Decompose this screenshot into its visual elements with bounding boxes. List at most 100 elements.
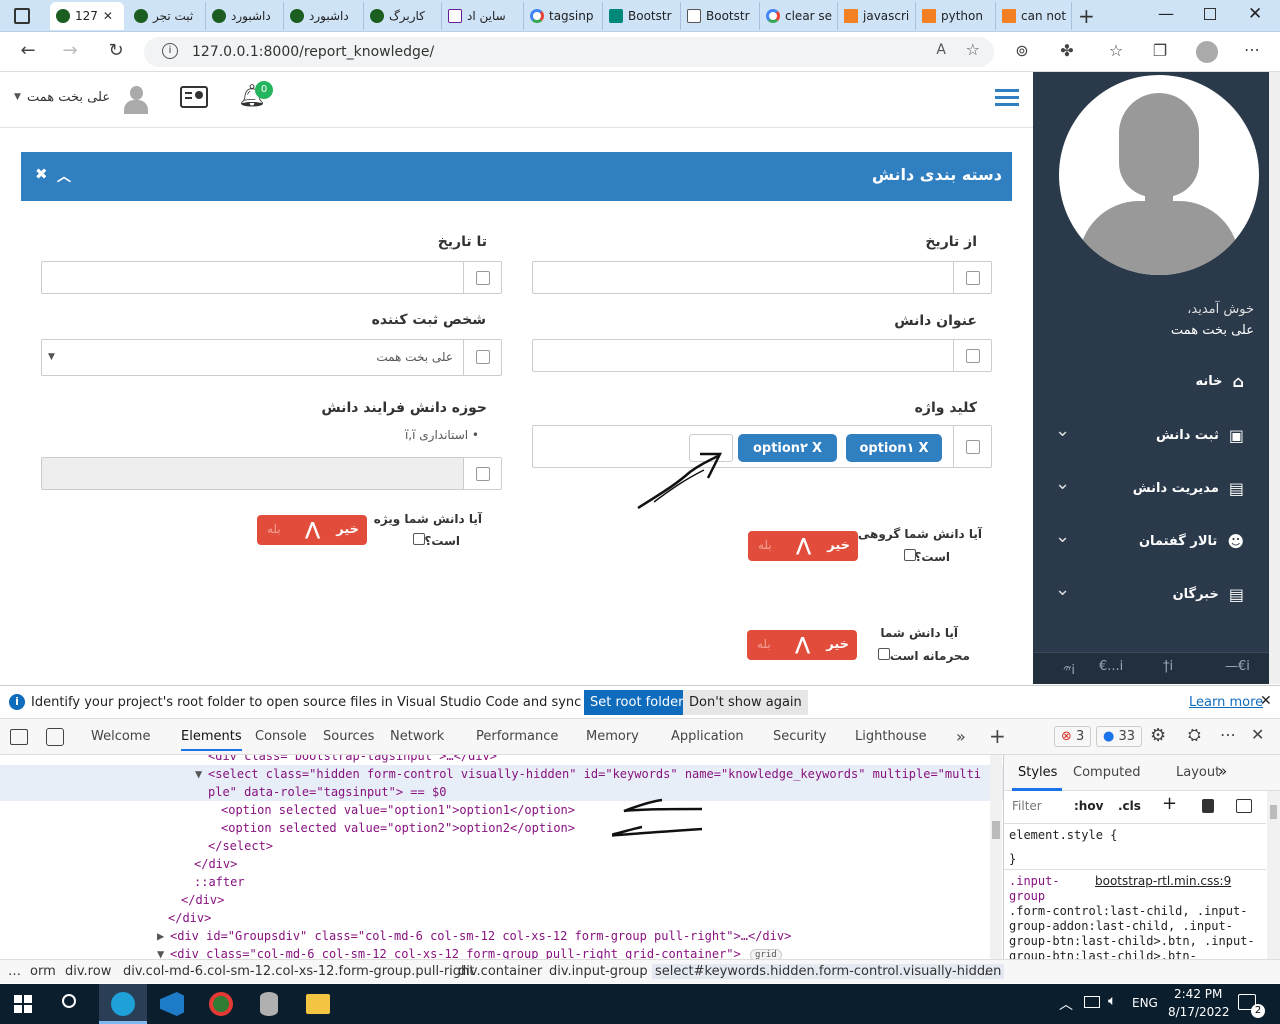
volume-icon[interactable]: 🔈︎: [1108, 993, 1116, 1009]
devtools-close-icon[interactable]: ✕: [1251, 725, 1264, 744]
registrar-select[interactable]: ▼ علی بخت همت: [41, 339, 502, 376]
sidebar-item[interactable]: ▤ مدیریت دانش: [1133, 477, 1244, 499]
expand-caret-icon[interactable]: ▼: [195, 765, 202, 783]
chevron-down-icon[interactable]: ⌄: [1055, 579, 1070, 600]
sidebar-footer-icon-2[interactable]: €...i: [1099, 659, 1123, 674]
more-tabs-icon[interactable]: »: [956, 727, 966, 746]
info-icon[interactable]: i: [162, 43, 178, 59]
collections-sync-icon[interactable]: ⊚: [1010, 41, 1034, 60]
styles-filter-input[interactable]: Filter: [1012, 799, 1042, 813]
clock-date[interactable]: 8/17/2022: [1168, 1005, 1230, 1019]
browser-tab[interactable]: داشبورد: [206, 2, 284, 30]
breadcrumb-item[interactable]: …: [8, 964, 21, 979]
to-date-checkbox[interactable]: [476, 271, 490, 285]
browser-tab[interactable]: clear se: [760, 2, 838, 30]
url-field[interactable]: i 127.0.0.1:8000/report_knowledge/ A ☆: [144, 37, 994, 67]
styles-scrollbar[interactable]: [1267, 791, 1280, 959]
search-icon[interactable]: [62, 994, 76, 1008]
keywords-tagsinput[interactable]: option۱ X option۲ X: [532, 425, 992, 468]
settings-gear-icon[interactable]: ⚙: [1150, 725, 1166, 746]
chrome-like-icon[interactable]: [209, 992, 233, 1016]
knowledge-domain-checkbox[interactable]: [476, 467, 490, 481]
dom-scrollbar[interactable]: [990, 755, 1002, 959]
breadcrumb-item[interactable]: div.container: [458, 964, 542, 979]
group-checkbox[interactable]: [904, 549, 916, 561]
knowledge-title-checkbox[interactable]: [966, 349, 980, 363]
favorites-icon[interactable]: ☆: [1104, 41, 1128, 60]
read-aloud-icon[interactable]: A: [936, 42, 946, 58]
keywords-checkbox[interactable]: [966, 440, 980, 454]
devtools-tab[interactable]: Memory: [586, 729, 639, 744]
infobar-close-icon[interactable]: ✕: [1260, 693, 1272, 709]
browser-tab[interactable]: python: [916, 2, 996, 30]
devtools-tab[interactable]: Console: [255, 729, 307, 744]
tab-close-icon[interactable]: ✕: [103, 9, 113, 23]
browser-tab[interactable]: Bootstr: [603, 2, 681, 30]
sidebar-footer-icon-3[interactable]: †̣i: [1163, 659, 1173, 674]
favorite-add-icon[interactable]: ☆: [966, 40, 980, 59]
back-icon[interactable]: ←: [16, 40, 40, 61]
learn-more-link[interactable]: Learn more: [1189, 695, 1263, 710]
language-indicator[interactable]: ENG: [1132, 996, 1158, 1010]
minimize-button[interactable]: —: [1158, 4, 1174, 23]
errors-badge[interactable]: ⊗ 3: [1054, 726, 1092, 747]
devtools-more-icon[interactable]: ⋯: [1220, 725, 1236, 744]
dom-line-option2[interactable]: <option selected value="option2">option2…: [221, 819, 575, 837]
dom-line[interactable]: <div class="col-md-6 col-sm-12 col-xs-12…: [170, 945, 741, 959]
dom-line[interactable]: <div id="Groupsdiv" class="col-md-6 col-…: [170, 927, 791, 945]
new-rule-icon[interactable]: +: [1162, 793, 1177, 814]
browser-tab[interactable]: Bootstr: [681, 2, 760, 30]
devtools-tab[interactable]: Application: [671, 729, 744, 744]
network-icon[interactable]: [1084, 996, 1100, 1008]
extensions-icon[interactable]: ✤: [1055, 41, 1079, 60]
tray-chevron-icon[interactable]: ︿: [1059, 994, 1073, 1014]
dom-line[interactable]: <div class="bootstrap-tagsinput">…</div>: [208, 755, 497, 765]
device-toolbar-icon[interactable]: [46, 728, 64, 746]
confidential-checkbox[interactable]: [878, 648, 890, 660]
dont-show-again-button[interactable]: Don't show again: [683, 690, 808, 715]
breadcrumb-item[interactable]: select#keywords.hidden.form-control.visu…: [652, 964, 1005, 979]
expand-caret-icon[interactable]: ▼: [157, 945, 164, 959]
sidebar-item[interactable]: ▤ خبرگان: [1173, 583, 1244, 605]
group-toggle[interactable]: خیر ⋀ بله: [748, 531, 858, 561]
user-dropdown-caret-icon[interactable]: ▼: [14, 92, 21, 102]
breadcrumb-item[interactable]: div.row: [65, 964, 111, 979]
style-rule-selector[interactable]: .input-: [1009, 874, 1060, 888]
new-tab-button[interactable]: +: [1078, 4, 1095, 28]
paint-icon[interactable]: [1202, 799, 1214, 813]
close-window-button[interactable]: ✕: [1248, 4, 1262, 24]
devtools-tab[interactable]: Lighthouse: [855, 729, 927, 744]
style-rule-selector[interactable]: .form-control:last-child, .input-: [1009, 904, 1247, 918]
devtools-tab[interactable]: Sources: [323, 729, 374, 744]
browser-tab[interactable]: tagsinp: [524, 2, 603, 30]
collections-icon[interactable]: ❐: [1148, 41, 1172, 60]
from-date-checkbox[interactable]: [966, 271, 980, 285]
reload-icon[interactable]: ↻: [104, 40, 128, 61]
dom-line[interactable]: </div>: [194, 855, 237, 873]
chevron-down-icon[interactable]: ⌄: [1055, 473, 1070, 494]
devtools-tab[interactable]: Welcome: [91, 729, 150, 744]
dom-line-option1[interactable]: <option selected value="option1">option1…: [221, 801, 575, 819]
set-root-folder-button[interactable]: Set root folder: [584, 690, 690, 715]
dom-line[interactable]: </div>: [168, 909, 211, 927]
knowledge-domain-select[interactable]: [41, 457, 502, 490]
styles-more-icon[interactable]: »: [1218, 762, 1227, 780]
windows-start-icon[interactable]: [14, 995, 32, 1013]
inspect-element-icon[interactable]: [10, 729, 28, 745]
sidebar-footer-icon-4[interactable]: —€i: [1225, 659, 1250, 674]
sidebar-item[interactable]: ▣ ثبت دانش: [1156, 424, 1244, 446]
devtools-tab[interactable]: Security: [773, 729, 826, 744]
add-tab-icon[interactable]: +: [989, 724, 1006, 748]
more-menu-icon[interactable]: ⋯: [1240, 40, 1264, 59]
dom-line-selected-2[interactable]: ple" data-role="tagsinput"> == $0: [208, 783, 446, 801]
dom-line-selected[interactable]: <select class="hidden form-control visua…: [208, 765, 981, 783]
style-rule-selector[interactable]: group: [1009, 889, 1045, 903]
confidential-toggle[interactable]: خیر ⋀ بله: [747, 630, 857, 660]
tag-remove-icon[interactable]: X: [812, 441, 822, 456]
computed-tab[interactable]: Computed: [1073, 765, 1141, 780]
vscode-icon[interactable]: [160, 992, 184, 1016]
to-date-input[interactable]: [41, 261, 502, 294]
sidebar-item[interactable]: ⌂ خانه: [1196, 370, 1244, 392]
chevron-down-icon[interactable]: ⌄: [1055, 420, 1070, 441]
registrar-checkbox[interactable]: [476, 350, 490, 364]
